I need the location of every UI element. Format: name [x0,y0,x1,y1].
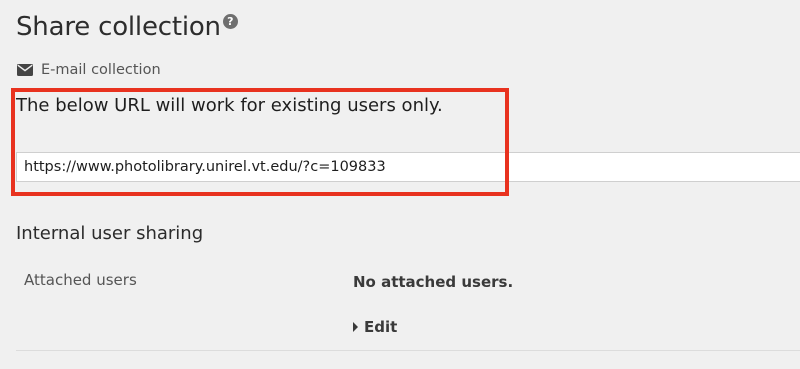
attached-users-label: Attached users [24,271,137,289]
edit-label: Edit [364,318,398,336]
highlight-annotation-box [11,88,509,196]
page-title: Share collection [16,12,221,42]
help-icon[interactable]: ? [222,14,238,29]
page-header: Share collection ? [16,10,238,44]
email-collection-label: E-mail collection [41,62,161,78]
section-divider [16,350,800,351]
caret-right-icon [353,322,358,332]
email-collection-link[interactable]: E-mail collection [17,62,161,78]
internal-sharing-heading: Internal user sharing [16,223,204,244]
edit-attached-users-button[interactable]: Edit [353,318,397,336]
envelope-icon [17,64,33,76]
attached-users-value: No attached users. [353,273,514,291]
